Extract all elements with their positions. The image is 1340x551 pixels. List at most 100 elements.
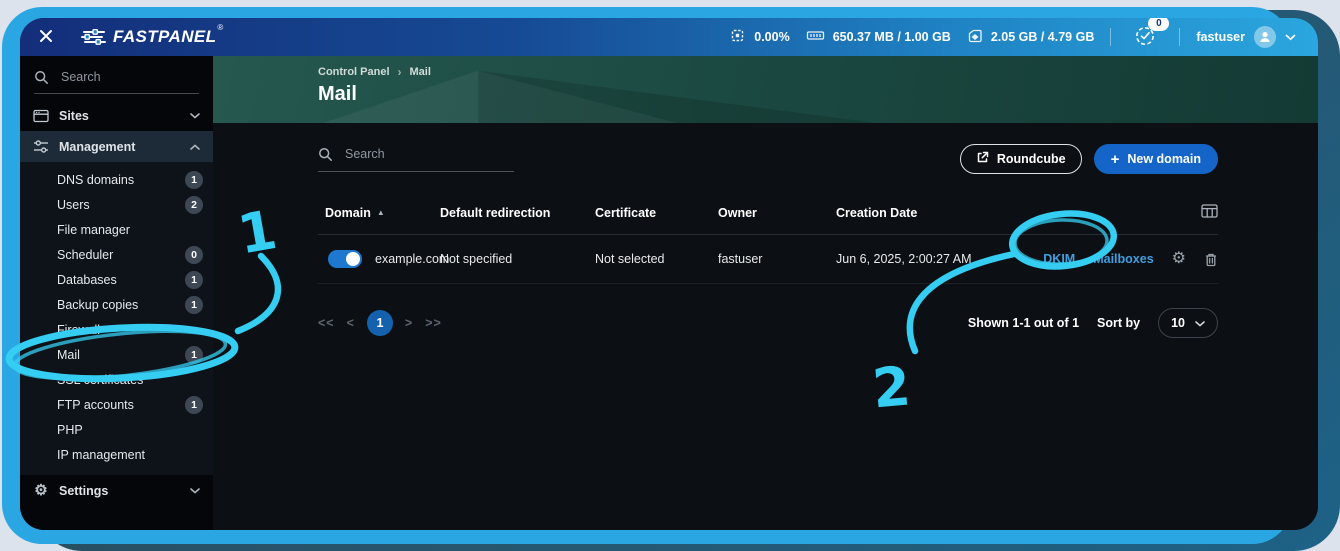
- sidebar-section-sites[interactable]: Sites: [20, 100, 213, 131]
- sidebar-item-databases[interactable]: Databases 1: [20, 267, 213, 292]
- sidebar-item-label: Backup copies: [57, 298, 138, 312]
- username: fastuser: [1196, 30, 1245, 44]
- top-bar: FASTPANEL® 0.00% 650: [20, 18, 1318, 56]
- sidebar-item-php[interactable]: PHP: [20, 417, 213, 442]
- disk-icon: [967, 28, 983, 47]
- breadcrumb-control-panel[interactable]: Control Panel: [318, 66, 390, 78]
- chevron-down-icon: [1195, 316, 1205, 330]
- avatar: [1254, 26, 1276, 48]
- sidebar-section-label: Management: [59, 140, 135, 154]
- sidebar-item-label: Mail: [57, 348, 80, 362]
- page-header-band: Control Panel › Mail Mail: [213, 56, 1318, 123]
- redirection-value: Not specified: [440, 252, 595, 266]
- pagination: << < 1 > >> Shown 1-1 out of 1 Sort by 1…: [318, 308, 1218, 338]
- chevron-up-icon: [190, 144, 200, 150]
- chevron-down-icon: [190, 113, 200, 119]
- notifications-button[interactable]: 0: [1127, 24, 1163, 51]
- domain-name[interactable]: example.com: [375, 252, 449, 266]
- new-domain-label: New domain: [1127, 152, 1201, 166]
- sidebar-section-management[interactable]: Management: [20, 131, 213, 162]
- close-button[interactable]: [20, 27, 72, 48]
- browser-window-icon: [33, 108, 49, 124]
- count-badge: 1: [185, 171, 203, 189]
- sort-by-label: Sort by: [1097, 316, 1140, 330]
- sidebar-item-label: FTP accounts: [57, 398, 134, 412]
- delete-trash-icon[interactable]: [1204, 252, 1218, 267]
- sidebar-item-label: File manager: [57, 223, 130, 237]
- count-badge: 1: [185, 296, 203, 314]
- count-badge: 2: [185, 196, 203, 214]
- count-badge: 1: [185, 271, 203, 289]
- sidebar-item-label: IP management: [57, 448, 145, 462]
- first-page-button[interactable]: <<: [318, 316, 335, 330]
- sidebar-item-users[interactable]: Users 2: [20, 192, 213, 217]
- sidebar-item-scheduler[interactable]: Scheduler 0: [20, 242, 213, 267]
- sidebar-item-backup-copies[interactable]: Backup copies 1: [20, 292, 213, 317]
- sidebar-item-label: Databases: [57, 273, 117, 287]
- cpu-icon: [729, 27, 746, 47]
- sort-ascending-icon: ▲: [377, 208, 385, 217]
- domain-enabled-toggle[interactable]: [328, 250, 362, 268]
- sidebar-item-ip-management[interactable]: IP management: [20, 442, 213, 467]
- count-badge: 1: [185, 396, 203, 414]
- management-subsection: DNS domains 1 Users 2 File manager Sched…: [20, 162, 213, 475]
- next-page-button[interactable]: >: [405, 316, 413, 330]
- toggle-knob: [346, 252, 360, 266]
- sidebar-item-label: Users: [57, 198, 90, 212]
- column-header-domain[interactable]: Domain ▲: [318, 206, 440, 220]
- sidebar: Sites Management DN: [20, 56, 213, 530]
- sidebar-item-label: Scheduler: [57, 248, 113, 262]
- chevron-down-icon: [190, 488, 200, 494]
- ram-icon: [806, 29, 825, 46]
- new-domain-button[interactable]: + New domain: [1094, 144, 1218, 174]
- last-page-button[interactable]: >>: [425, 316, 442, 330]
- cpu-usage-value: 0.00%: [754, 30, 789, 44]
- sidebar-item-file-manager[interactable]: File manager: [20, 217, 213, 242]
- count-badge: 1: [185, 346, 203, 364]
- memory-usage-value: 650.37 MB / 1.00 GB: [833, 30, 951, 44]
- sidebar-item-ftp-accounts[interactable]: FTP accounts 1: [20, 392, 213, 417]
- roundcube-button[interactable]: Roundcube: [960, 144, 1082, 174]
- sidebar-item-ssl-certificates[interactable]: SSL certificates: [20, 367, 213, 392]
- user-menu[interactable]: fastuser: [1196, 26, 1296, 48]
- chevron-down-icon: [1285, 30, 1296, 44]
- divider: [1110, 28, 1111, 46]
- current-page-button[interactable]: 1: [367, 310, 393, 336]
- divider: [1179, 28, 1180, 46]
- sidebar-item-dns-domains[interactable]: DNS domains 1: [20, 167, 213, 192]
- notifications-badge: 0: [1148, 18, 1169, 31]
- count-badge: 0: [185, 246, 203, 264]
- domain-search-input[interactable]: [343, 146, 514, 162]
- domain-search[interactable]: [318, 146, 514, 172]
- sidebar-section-label: Sites: [59, 109, 89, 123]
- dkim-link[interactable]: DKIM: [1043, 252, 1075, 266]
- shown-count-label: Shown 1-1 out of 1: [968, 316, 1079, 330]
- mailboxes-link[interactable]: Mailboxes: [1093, 252, 1153, 266]
- toolbar: Roundcube + New domain: [318, 144, 1218, 174]
- sidebar-item-label: DNS domains: [57, 173, 134, 187]
- fastpanel-logo[interactable]: FASTPANEL®: [80, 27, 223, 47]
- owner-value: fastuser: [718, 252, 836, 266]
- search-icon: [318, 146, 333, 162]
- column-header-redirection: Default redirection: [440, 206, 595, 220]
- sidebar-search[interactable]: [34, 69, 199, 94]
- row-settings-gear-icon[interactable]: ⚙: [1172, 251, 1186, 267]
- columns-settings-icon[interactable]: [1201, 204, 1218, 221]
- disk-usage-value: 2.05 GB / 4.79 GB: [991, 30, 1095, 44]
- external-link-icon: [976, 151, 989, 167]
- page-size-value: 10: [1171, 316, 1185, 330]
- app-window: FASTPANEL® 0.00% 650: [20, 18, 1318, 530]
- main-content: Control Panel › Mail Mail: [213, 56, 1318, 530]
- prev-page-button[interactable]: <: [347, 316, 355, 330]
- page-size-select[interactable]: 10: [1158, 308, 1218, 338]
- sidebar-item-label: SSL certificates: [57, 373, 143, 387]
- sidebar-item-firewall[interactable]: Firewall: [20, 317, 213, 342]
- sidebar-item-mail[interactable]: Mail 1: [20, 342, 213, 367]
- gear-icon: ⚙: [33, 483, 49, 499]
- sidebar-section-settings[interactable]: ⚙ Settings: [20, 475, 213, 506]
- sidebar-search-input[interactable]: [59, 69, 199, 85]
- close-icon: [38, 28, 54, 47]
- column-header-creation-date: Creation Date: [836, 206, 1036, 220]
- disk-usage-stat: 2.05 GB / 4.79 GB: [967, 28, 1095, 47]
- search-icon: [34, 69, 49, 85]
